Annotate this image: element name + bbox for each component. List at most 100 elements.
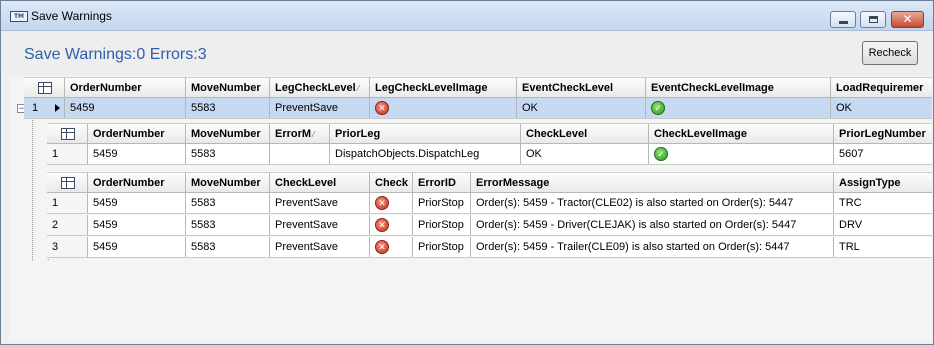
cell-load-requirement[interactable]: OK [831,98,932,118]
cell-check[interactable]: ✕ [370,237,413,257]
column-header-label: ErrorMessage [476,177,550,189]
main-grid-header: OrderNumber MoveNumber LegCheckLevel ⁄ Le… [24,77,932,98]
cell-check-level[interactable]: PreventSave [270,215,370,235]
cell-order-number[interactable]: 5459 [88,237,186,257]
column-header-label: MoveNumber [191,82,261,94]
column-header-label: EventCheckLevelImage [651,82,774,94]
column-header[interactable]: LoadRequiremer [831,78,932,97]
cell-event-check-level[interactable]: OK [517,98,646,118]
column-header[interactable]: OrderNumber [88,173,186,192]
recheck-button[interactable]: Recheck [862,41,918,65]
row-number: 1 [47,144,88,164]
cell-order-number[interactable]: 5459 [88,215,186,235]
column-header[interactable]: ErrorMessage [471,173,834,192]
column-header[interactable]: ErrorM ⁄ [270,124,330,143]
cell-event-check-level-image[interactable]: ✓ [646,98,831,118]
cell-error-message[interactable]: Order(s): 5459 - Trailer(CLE09) is also … [471,237,834,257]
cell-assign-type[interactable]: DRV [834,215,932,235]
close-icon: ✕ [902,12,913,26]
row-number-label: 3 [52,241,59,253]
tree-line [32,109,33,261]
cell-error-id[interactable]: PriorStop [413,215,471,235]
cell-move-number[interactable]: 5583 [186,215,270,235]
sort-indicator-icon: ⁄ [313,130,315,139]
cell-error-id[interactable]: PriorStop [413,237,471,257]
column-header[interactable]: PriorLeg [330,124,521,143]
column-header[interactable]: OrderNumber [88,124,186,143]
cell-error-message[interactable] [270,144,330,164]
column-header-label: CheckLevel [526,128,588,140]
cell-error-message[interactable]: Order(s): 5459 - Driver(CLEJAK) is also … [471,215,834,235]
column-header[interactable]: MoveNumber [186,173,270,192]
cell-check[interactable]: ✕ [370,215,413,235]
column-header[interactable]: EventCheckLevel [517,78,646,97]
column-header-label: MoveNumber [191,128,261,140]
cell-move-number[interactable]: 5583 [186,193,270,213]
table-layout-icon [61,177,75,189]
minimize-button[interactable] [830,11,856,28]
table-row[interactable]: 1 5459 5583 PreventSave ✕ OK ✓ OK [24,98,932,119]
column-header[interactable]: AssignType [834,173,932,192]
table-row[interactable]: 1 5459 5583 PreventSave ✕ PriorStop Orde… [47,193,932,214]
cell-error-message[interactable]: Order(s): 5459 - Tractor(CLE02) is also … [471,193,834,213]
row-number-label: 1 [52,148,59,160]
row-number-label: 1 [52,197,59,209]
cell-check[interactable]: ✕ [370,193,413,213]
column-header[interactable]: LegCheckLevelImage [370,78,517,97]
maximize-icon [869,16,878,23]
column-header-label: Check [375,177,409,189]
column-header[interactable]: Check [370,173,413,192]
cell-error-id[interactable]: PriorStop [413,193,471,213]
cell-prior-leg-number[interactable]: 5607 [834,144,932,164]
table-row[interactable]: 2 5459 5583 PreventSave ✕ PriorStop Orde… [47,215,932,236]
column-header-label: MoveNumber [191,177,261,189]
leg-grid-header: OrderNumber MoveNumber ErrorM ⁄ PriorLeg … [47,123,932,144]
save-warnings-window: TM Save Warnings ✕ Save Warnings:0 Error… [0,0,934,345]
column-header-label: OrderNumber [70,82,142,94]
column-chooser-button[interactable] [47,124,88,143]
maximize-button[interactable] [860,11,886,28]
cell-check-level[interactable]: PreventSave [270,237,370,257]
cell-move-number[interactable]: 5583 [186,98,270,118]
title-bar[interactable]: TM Save Warnings ✕ [1,1,933,31]
column-header[interactable]: PriorLegNumber [834,124,932,143]
row-number-label: 1 [32,102,39,114]
column-chooser-button[interactable] [24,78,65,97]
column-header-label: ErrorM [275,128,312,140]
cell-order-number[interactable]: 5459 [88,144,186,164]
cell-check-level-image[interactable]: ✓ [649,144,834,164]
cell-move-number[interactable]: 5583 [186,237,270,257]
ok-check-icon: ✓ [651,101,665,115]
cell-order-number[interactable]: 5459 [65,98,186,118]
cell-order-number[interactable]: 5459 [88,193,186,213]
window-title: Save Warnings [31,9,112,23]
column-header[interactable]: LegCheckLevel ⁄ [270,78,370,97]
cell-check-level[interactable]: PreventSave [270,193,370,213]
column-header[interactable]: MoveNumber [186,124,270,143]
column-header-label: CheckLevel [275,177,337,189]
summary-header: Save Warnings:0 Errors:3 Recheck [2,31,932,75]
error-x-icon: ✕ [375,240,389,254]
table-row[interactable]: 3 5459 5583 PreventSave ✕ PriorStop Orde… [47,237,932,258]
cell-assign-type[interactable]: TRC [834,193,932,213]
column-header[interactable]: OrderNumber [65,78,186,97]
table-row[interactable]: 1 5459 5583 DispatchObjects.DispatchLeg … [47,144,932,165]
cell-check-level[interactable]: OK [521,144,649,164]
ok-check-icon: ✓ [654,147,668,161]
row-number-label: 2 [52,219,59,231]
column-header-label: LegCheckLevel [275,82,356,94]
column-chooser-button[interactable] [47,173,88,192]
cell-leg-check-level-image[interactable]: ✕ [370,98,517,118]
column-header[interactable]: MoveNumber [186,78,270,97]
close-button[interactable]: ✕ [891,11,924,28]
warnings-grid[interactable]: − OrderNumber MoveNumber LegCheckLevel ⁄ … [10,77,932,340]
column-header[interactable]: EventCheckLevelImage [646,78,831,97]
column-header[interactable]: CheckLevelImage [649,124,834,143]
cell-leg-check-level[interactable]: PreventSave [270,98,370,118]
column-header[interactable]: CheckLevel [521,124,649,143]
cell-move-number[interactable]: 5583 [186,144,270,164]
cell-assign-type[interactable]: TRL [834,237,932,257]
cell-prior-leg[interactable]: DispatchObjects.DispatchLeg [330,144,521,164]
column-header[interactable]: ErrorID [413,173,471,192]
column-header[interactable]: CheckLevel [270,173,370,192]
